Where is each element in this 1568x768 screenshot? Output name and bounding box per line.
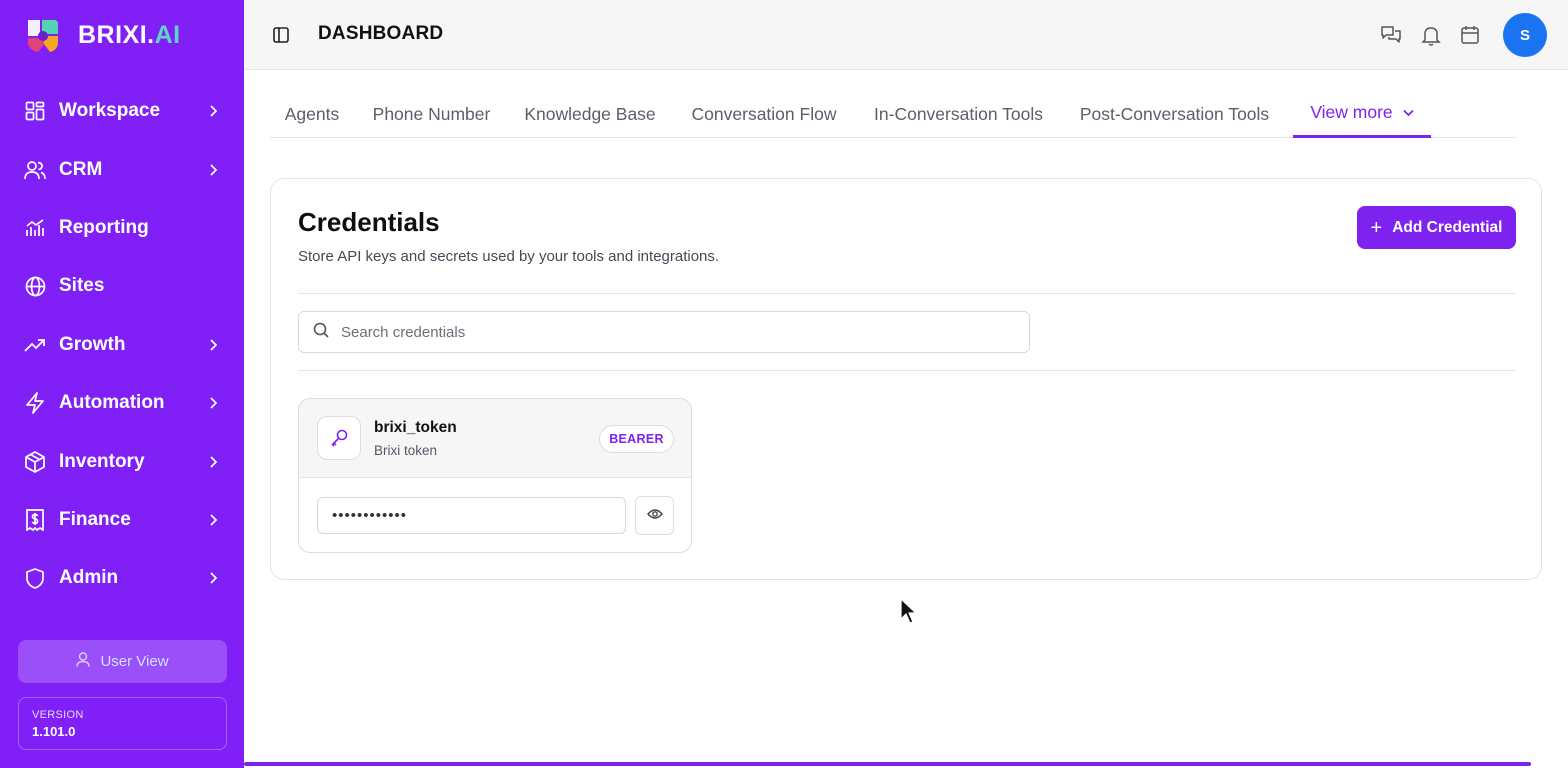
chevron-right-icon <box>206 513 220 527</box>
tab-view-more-label: View more <box>1310 102 1393 122</box>
avatar[interactable]: S <box>1503 13 1547 57</box>
sidebar-item-label: Automation <box>59 392 165 414</box>
tab-in-conversation-tools[interactable]: In-Conversation Tools <box>864 90 1053 138</box>
sidebar-item-sites[interactable]: Sites <box>0 257 244 315</box>
sidebar-item-label: Workspace <box>59 100 161 122</box>
user-view-button[interactable]: User View <box>18 640 227 683</box>
search-field[interactable] <box>298 311 1030 353</box>
sidebar-item-label: Admin <box>59 567 119 589</box>
sidebar-item-label: Reporting <box>59 216 149 238</box>
trend-icon <box>24 334 46 356</box>
add-credential-button[interactable]: + Add Credential <box>1357 206 1516 249</box>
sidebar: BRIXI.AI Workspace CRM Reporting Sites G… <box>0 0 244 768</box>
receipt-icon <box>24 509 46 531</box>
chevron-right-icon <box>206 571 220 585</box>
chevron-right-icon <box>206 396 220 410</box>
sidebar-item-reporting[interactable]: Reporting <box>0 199 244 257</box>
sidebar-nav: Workspace CRM Reporting Sites Growth Aut… <box>0 82 244 608</box>
add-credential-label: Add Credential <box>1392 218 1503 236</box>
users-icon <box>24 159 46 181</box>
chat-icon[interactable] <box>1380 24 1402 46</box>
sidebar-item-admin[interactable]: Admin <box>0 549 244 607</box>
version-number: 1.101.0 <box>32 724 76 739</box>
divider <box>298 370 1516 371</box>
tab-post-conversation-tools[interactable]: Post-Conversation Tools <box>1072 90 1277 138</box>
calendar-icon[interactable] <box>1459 24 1481 46</box>
sidebar-item-workspace[interactable]: Workspace <box>0 82 244 140</box>
sidebar-item-inventory[interactable]: Inventory <box>0 432 244 490</box>
tab-conversation-flow[interactable]: Conversation Flow <box>683 90 845 138</box>
credential-description: Brixi token <box>374 443 438 458</box>
brand-name: BRIXI.AI <box>78 20 181 49</box>
tab-phone-number[interactable]: Phone Number <box>366 90 497 138</box>
bolt-icon <box>24 392 46 414</box>
sidebar-item-label: Growth <box>59 333 126 355</box>
chevron-right-icon <box>206 455 220 469</box>
credential-name: brixi_token <box>374 419 457 436</box>
brand-logo[interactable]: BRIXI.AI <box>24 16 181 54</box>
tab-agents[interactable]: Agents <box>270 90 354 138</box>
credential-secret-field[interactable]: •••••••••••• <box>317 497 626 534</box>
reveal-secret-button[interactable] <box>635 496 674 535</box>
progress-bar <box>244 762 1531 766</box>
globe-icon <box>24 275 46 297</box>
sidebar-item-finance[interactable]: Finance <box>0 491 244 549</box>
search-input[interactable] <box>341 323 991 341</box>
divider <box>298 293 1516 294</box>
box-icon <box>24 450 46 473</box>
credential-type-badge: BEARER <box>599 425 674 453</box>
chevron-right-icon <box>206 104 220 118</box>
sidebar-item-crm[interactable]: CRM <box>0 140 244 198</box>
credential-item[interactable]: brixi_token Brixi token BEARER •••••••••… <box>298 398 692 553</box>
user-icon <box>76 652 91 671</box>
chevron-down-icon <box>1403 109 1414 117</box>
key-icon <box>317 416 361 460</box>
top-header: DASHBOARD S <box>244 0 1568 70</box>
sidebar-item-label: Finance <box>59 508 131 530</box>
version-label: VERSION <box>32 709 84 721</box>
eye-icon <box>646 507 663 525</box>
chevron-right-icon <box>206 163 220 177</box>
plus-icon: + <box>1370 216 1383 239</box>
sidebar-item-label: CRM <box>59 158 103 180</box>
chart-icon <box>24 217 46 239</box>
sidebar-item-label: Inventory <box>59 450 145 472</box>
tab-view-more[interactable]: View more <box>1293 90 1431 138</box>
tab-bar: Agents Phone Number Knowledge Base Conve… <box>270 90 1516 138</box>
version-box: VERSION 1.101.0 <box>18 697 227 750</box>
credentials-card: Credentials Store API keys and secrets u… <box>270 178 1542 580</box>
grid-icon <box>24 100 46 122</box>
chevron-right-icon <box>206 338 220 352</box>
sidebar-item-growth[interactable]: Growth <box>0 316 244 374</box>
search-icon <box>313 322 329 343</box>
user-view-label: User View <box>100 653 169 670</box>
logo-mark-icon <box>28 20 58 52</box>
credential-header: brixi_token Brixi token BEARER <box>299 399 691 478</box>
credentials-subtitle: Store API keys and secrets used by your … <box>298 248 720 265</box>
shield-icon <box>24 567 46 589</box>
bell-icon[interactable] <box>1420 24 1442 46</box>
sidebar-item-label: Sites <box>59 275 105 297</box>
tab-knowledge-base[interactable]: Knowledge Base <box>517 90 663 138</box>
mouse-cursor-icon <box>900 598 918 624</box>
sidebar-item-automation[interactable]: Automation <box>0 374 244 432</box>
sidebar-toggle-icon[interactable] <box>272 26 290 44</box>
page-title: DASHBOARD <box>318 23 444 44</box>
credentials-title: Credentials <box>298 207 440 237</box>
